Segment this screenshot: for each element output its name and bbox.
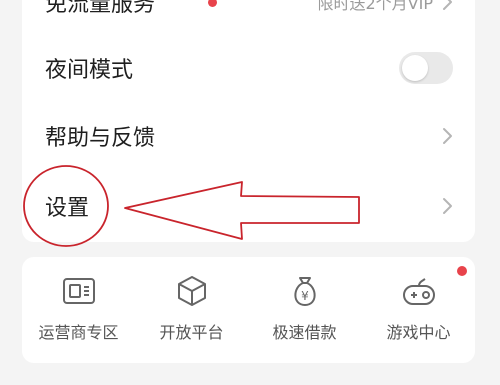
shortcut-label: 游戏中心 xyxy=(386,323,451,342)
shortcut-label: 运营商专区 xyxy=(38,323,119,342)
shortcut-label: 开放平台 xyxy=(159,323,224,342)
menu-item-label: 设置 xyxy=(45,196,90,221)
shortcuts-card: 运营商专区 开放平台 ¥ 极速借款 游戏中心 xyxy=(22,257,475,363)
money-bag-icon: ¥ xyxy=(294,277,316,307)
new-badge-dot xyxy=(208,0,217,7)
menu-item-help-feedback[interactable]: 帮助与反馈 xyxy=(22,102,475,170)
notification-dot xyxy=(457,266,467,276)
night-mode-toggle[interactable] xyxy=(399,52,453,84)
svg-text:¥: ¥ xyxy=(301,289,309,303)
chevron-right-icon xyxy=(443,128,452,144)
promo-text: 限时送2个月VIP xyxy=(317,0,434,13)
shortcut-carrier-zone[interactable]: 运营商专区 xyxy=(22,257,135,363)
shortcut-open-platform[interactable]: 开放平台 xyxy=(135,257,248,363)
shortcut-label: 极速借款 xyxy=(272,323,337,342)
sim-card-icon xyxy=(63,278,95,304)
menu-item-night-mode: 夜间模式 xyxy=(22,34,475,102)
settings-menu-card: 免流量服务 限时送2个月VIP 夜间模式 帮助与反馈 设置 xyxy=(22,0,475,242)
chevron-right-icon xyxy=(443,0,452,10)
cube-icon xyxy=(178,276,206,306)
toggle-knob xyxy=(402,55,428,81)
menu-item-free-data-service[interactable]: 免流量服务 限时送2个月VIP xyxy=(22,0,475,36)
menu-item-label: 夜间模式 xyxy=(45,58,134,83)
shortcut-fast-loan[interactable]: ¥ 极速借款 xyxy=(248,257,361,363)
menu-item-settings[interactable]: 设置 xyxy=(22,172,475,240)
menu-item-label: 帮助与反馈 xyxy=(45,126,156,151)
gamepad-icon xyxy=(403,278,435,305)
chevron-right-icon xyxy=(443,198,452,214)
menu-item-label: 免流量服务 xyxy=(45,0,156,17)
shortcut-game-center[interactable]: 游戏中心 xyxy=(362,257,475,363)
